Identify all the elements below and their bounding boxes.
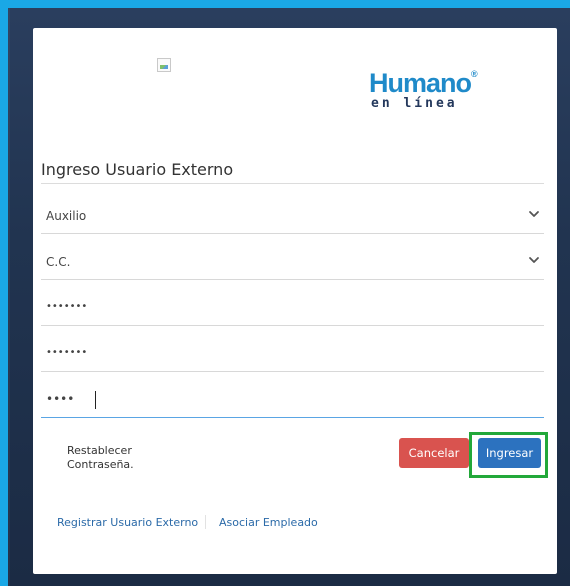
logo-registered-mark: ®	[471, 69, 478, 79]
form-title: Ingreso Usuario Externo	[41, 160, 234, 179]
associate-employee-link[interactable]: Asociar Empleado	[219, 516, 318, 529]
chevron-down-icon	[529, 257, 539, 263]
text-cursor	[95, 391, 96, 409]
password-field[interactable]: ••••	[41, 382, 544, 418]
chevron-down-icon	[529, 211, 539, 217]
register-external-user-link[interactable]: Registrar Usuario Externo	[57, 516, 198, 529]
login-card: Humano® en línea Ingreso Usuario Externo…	[33, 28, 557, 574]
auxilio-select-value: Auxilio	[46, 209, 87, 223]
window-frame: Humano® en línea Ingreso Usuario Externo…	[0, 0, 570, 586]
title-divider	[41, 183, 544, 184]
password-masked-value: ••••	[46, 392, 75, 406]
confirm-field[interactable]: •••••••	[41, 336, 544, 372]
link-separator	[205, 515, 206, 529]
ingresar-button[interactable]: Ingresar	[478, 438, 541, 468]
logo-wordmark-text: Humano	[369, 68, 472, 98]
broken-image-icon	[157, 58, 171, 72]
masked-value: •••••••	[46, 347, 88, 358]
cancel-button[interactable]: Cancelar	[399, 438, 469, 468]
auxilio-select[interactable]: Auxilio	[41, 198, 544, 234]
humano-en-linea-logo: Humano® en línea	[369, 68, 479, 118]
document-type-value: C.C.	[46, 255, 71, 269]
logo-wordmark: Humano®	[369, 68, 478, 98]
document-type-select[interactable]: C.C.	[41, 244, 544, 280]
logo-tagline: en línea	[371, 96, 458, 111]
masked-value: •••••••	[46, 301, 88, 312]
document-number-field[interactable]: •••••••	[41, 290, 544, 326]
reset-password-link[interactable]: Restablecer Contraseña.	[67, 444, 157, 472]
